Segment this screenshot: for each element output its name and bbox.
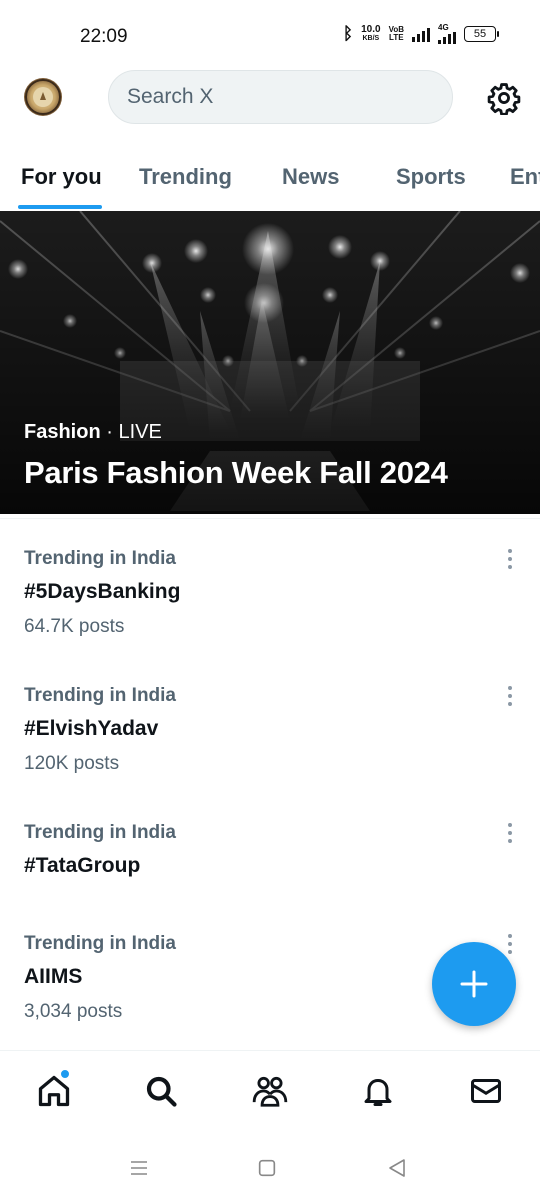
bluetooth-icon: ᛒ bbox=[342, 24, 354, 43]
more-options-icon[interactable] bbox=[498, 546, 522, 572]
trend-context: Trending in India bbox=[24, 685, 176, 706]
communities-icon bbox=[252, 1076, 288, 1107]
featured-event-meta: Fashion · LIVE bbox=[24, 421, 162, 444]
system-navigation-bar bbox=[0, 1134, 540, 1200]
avatar-image-icon bbox=[25, 79, 61, 115]
trend-post-count: 3,034 posts bbox=[24, 1001, 123, 1022]
net-speed: 10.0 KB/S bbox=[361, 25, 380, 43]
net-speed-value: 10.0 bbox=[361, 24, 381, 35]
status-time: 22:09 bbox=[80, 26, 128, 47]
nav-messages[interactable] bbox=[466, 1071, 506, 1111]
trend-name: #5DaysBanking bbox=[24, 580, 181, 603]
net-speed-unit: KB/S bbox=[362, 35, 380, 42]
search-input[interactable]: Search X bbox=[108, 70, 453, 124]
battery-icon: 55 bbox=[464, 26, 499, 42]
notifications-icon bbox=[364, 1079, 392, 1106]
back-button[interactable] bbox=[383, 1154, 411, 1182]
battery-level: 55 bbox=[473, 28, 487, 40]
trend-name: #ElvishYadav bbox=[24, 717, 159, 740]
event-status: LIVE bbox=[118, 421, 162, 443]
network-type: 4G bbox=[438, 23, 449, 32]
top-header: Search X bbox=[0, 70, 540, 126]
tab-sports[interactable]: Sports bbox=[396, 164, 466, 190]
square-icon bbox=[258, 1159, 276, 1177]
signal-icon bbox=[412, 26, 430, 42]
bottom-navigation bbox=[0, 1050, 540, 1134]
tab-trending[interactable]: Trending bbox=[139, 164, 232, 190]
active-tab-indicator bbox=[18, 205, 102, 209]
trend-context: Trending in India bbox=[24, 548, 176, 569]
home-system-button[interactable] bbox=[253, 1154, 281, 1182]
featured-event-card[interactable]: Fashion · LIVE Paris Fashion Week Fall 2… bbox=[0, 211, 540, 514]
nav-communities[interactable] bbox=[250, 1071, 290, 1111]
trend-context: Trending in India bbox=[24, 822, 176, 843]
trend-name: #TataGroup bbox=[24, 854, 141, 877]
more-options-icon[interactable] bbox=[498, 683, 522, 709]
trend-post-count: 120K posts bbox=[24, 753, 120, 774]
event-category: Fashion bbox=[24, 421, 101, 443]
back-triangle-icon bbox=[389, 1159, 405, 1177]
explore-tabs: For you Trending News Sports Ent bbox=[0, 148, 540, 210]
messages-icon bbox=[471, 1079, 501, 1103]
tab-news[interactable]: News bbox=[282, 164, 339, 190]
featured-event-title: Paris Fashion Week Fall 2024 bbox=[24, 455, 448, 490]
trend-post-count: 64.7K posts bbox=[24, 616, 125, 637]
status-icons: ᛒ 10.0 KB/S VoB LTE 4G 55 bbox=[342, 24, 499, 44]
tab-for-you[interactable]: For you bbox=[21, 164, 102, 190]
meta-separator: · bbox=[100, 421, 119, 443]
plus-icon bbox=[460, 970, 488, 998]
recents-button[interactable] bbox=[125, 1154, 153, 1182]
status-bar: 22:09 ᛒ 10.0 KB/S VoB LTE 4G 55 bbox=[0, 0, 540, 70]
gear-icon bbox=[487, 83, 521, 115]
signal-4g-icon: 4G bbox=[438, 24, 456, 44]
nav-notifications[interactable] bbox=[358, 1071, 398, 1111]
more-options-icon[interactable] bbox=[498, 820, 522, 846]
divider bbox=[0, 518, 540, 519]
settings-button[interactable] bbox=[486, 80, 522, 116]
volte-bottom: LTE bbox=[389, 33, 404, 42]
avatar[interactable] bbox=[24, 78, 62, 116]
nav-explore[interactable] bbox=[141, 1071, 181, 1111]
unread-indicator bbox=[60, 1069, 70, 1079]
tab-entertainment[interactable]: Ent bbox=[510, 164, 540, 190]
search-placeholder: Search X bbox=[127, 85, 214, 108]
search-icon bbox=[146, 1076, 177, 1107]
trend-name: AIIMS bbox=[24, 965, 83, 988]
compose-post-button[interactable] bbox=[432, 942, 516, 1026]
volte-indicator: VoB LTE bbox=[389, 26, 404, 42]
trend-context: Trending in India bbox=[24, 933, 176, 954]
menu-icon bbox=[131, 1161, 147, 1175]
